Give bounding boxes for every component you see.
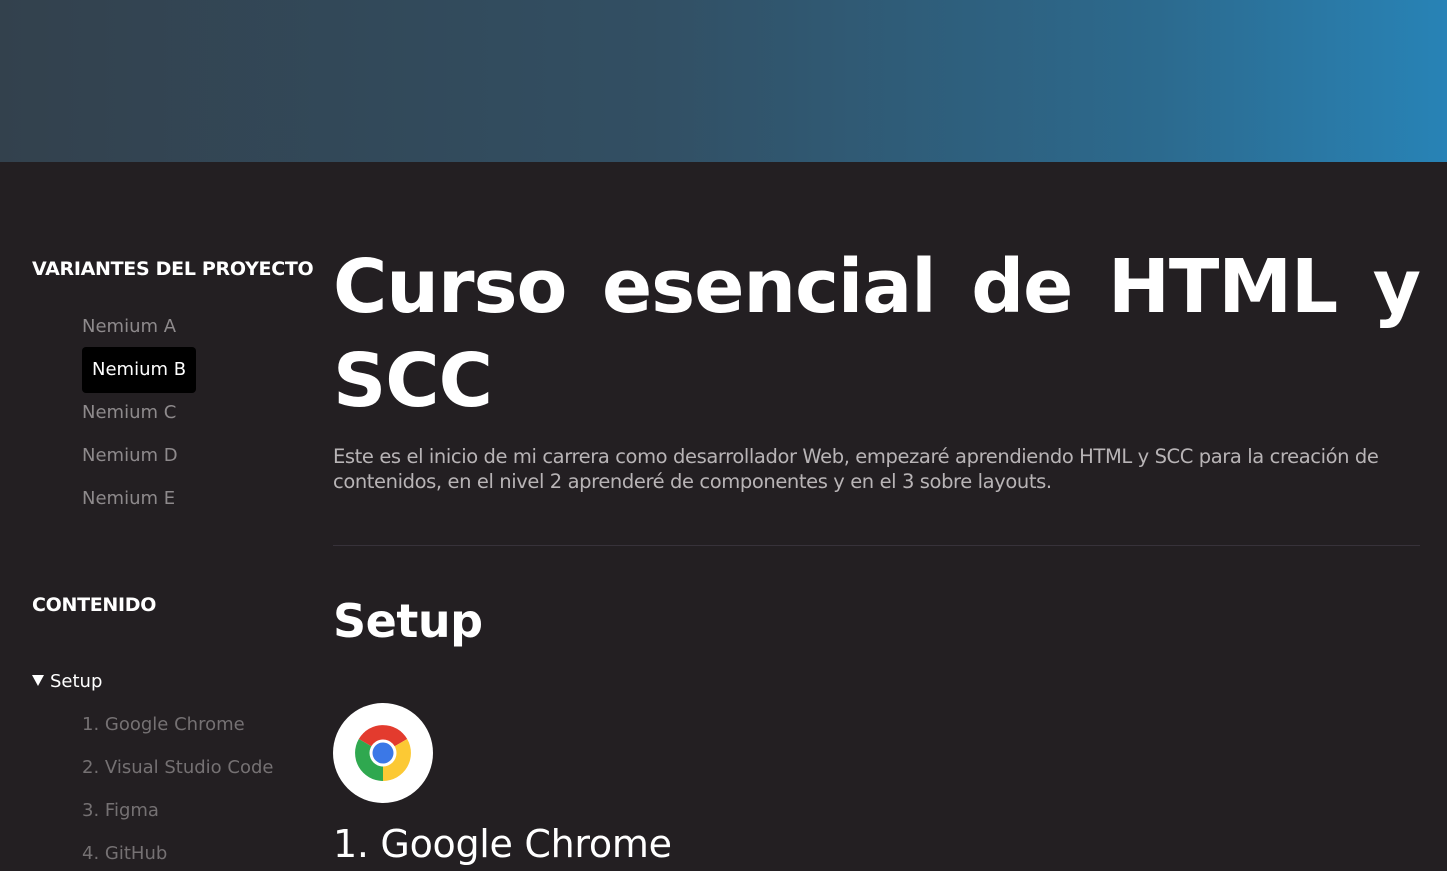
sidebar: VARIANTES DEL PROYECTO Nemium A Nemium B… — [0, 162, 330, 871]
toc-item-figma[interactable]: 3. Figma — [82, 800, 159, 821]
variants-heading: VARIANTES DEL PROYECTO — [32, 258, 314, 280]
toc-group-label: Setup — [50, 671, 103, 692]
toc-item-github[interactable]: 4. GitHub — [82, 843, 167, 864]
divider — [333, 545, 1420, 546]
variant-item-nemium-d[interactable]: Nemium D — [72, 433, 188, 479]
chrome-logo-svg — [355, 725, 411, 781]
variant-item-nemium-c[interactable]: Nemium C — [72, 390, 186, 436]
chrome-logo-icon — [333, 703, 433, 803]
hero-banner — [0, 0, 1447, 162]
subsection-title-google-chrome: 1. Google Chrome — [333, 822, 672, 866]
variant-item-nemium-a[interactable]: Nemium A — [72, 304, 186, 350]
page-intro: Este es el inicio de mi carrera como des… — [333, 445, 1379, 493]
toc-item-google-chrome[interactable]: 1. Google Chrome — [82, 714, 245, 735]
page-title: Curso esencial de HTML y SCC — [333, 244, 1421, 424]
toc-item-visual-studio-code[interactable]: 2. Visual Studio Code — [82, 757, 274, 778]
section-title-setup: Setup — [333, 594, 483, 648]
variant-item-nemium-b[interactable]: Nemium B — [82, 347, 197, 393]
toc-group-setup[interactable]: Setup — [32, 671, 102, 692]
triangle-down-icon — [32, 675, 44, 686]
contents-heading: CONTENIDO — [32, 594, 157, 616]
variant-item-nemium-e[interactable]: Nemium E — [72, 476, 185, 522]
